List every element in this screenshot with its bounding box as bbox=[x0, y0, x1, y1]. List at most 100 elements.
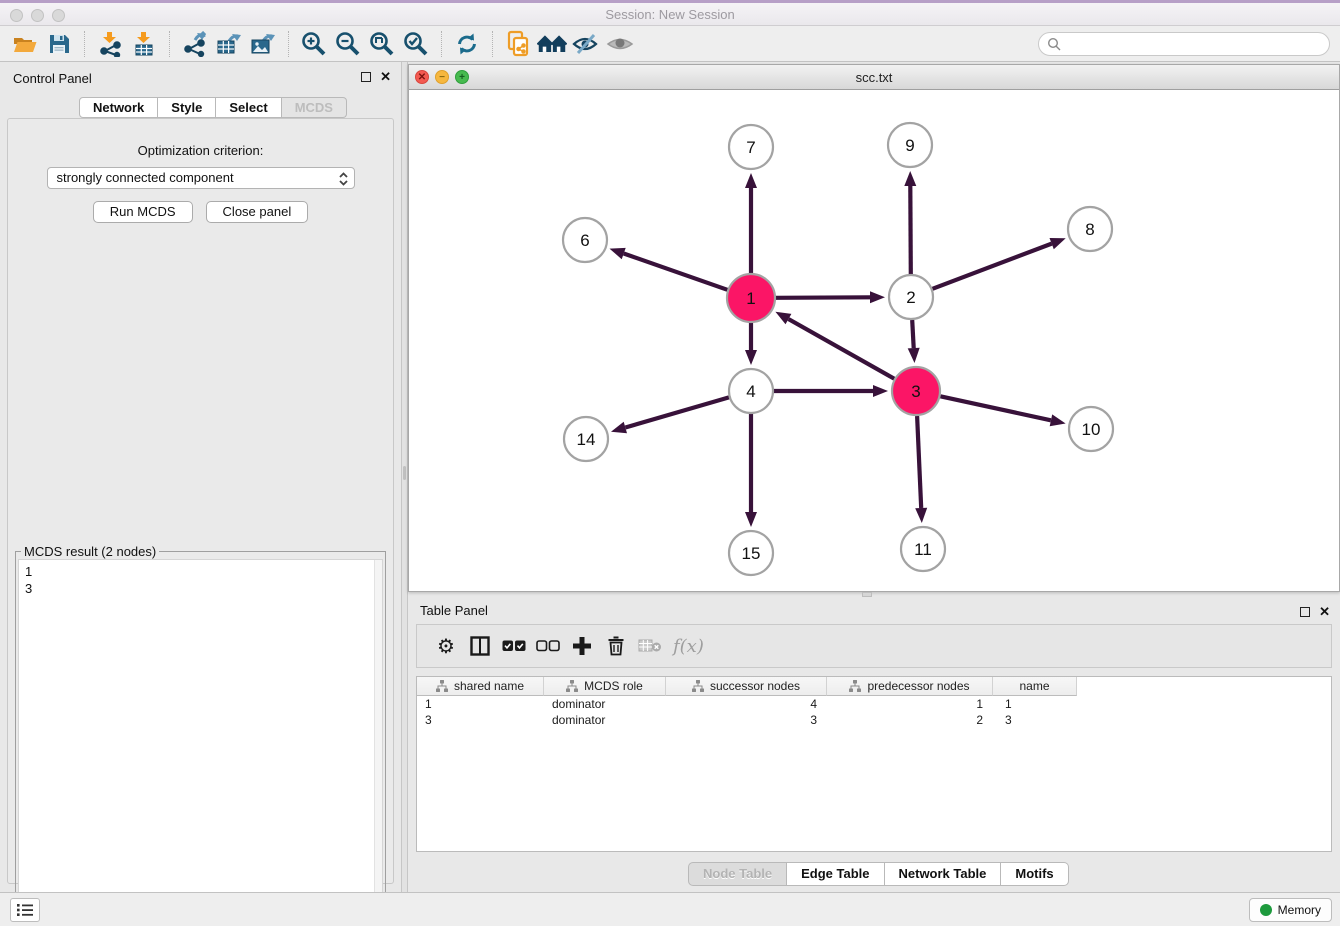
import-network-button[interactable] bbox=[95, 29, 125, 59]
table-cell[interactable]: 1 bbox=[993, 696, 1077, 712]
table-cell[interactable]: 3 bbox=[417, 712, 544, 728]
graph-edge[interactable] bbox=[789, 319, 895, 379]
criterion-select[interactable]: strongly connected component bbox=[47, 167, 355, 189]
control-panel-title: Control Panel bbox=[13, 71, 92, 86]
close-panel-button[interactable]: Close panel bbox=[206, 201, 309, 223]
graph-node-label: 2 bbox=[906, 288, 915, 307]
split-columns-button[interactable] bbox=[463, 631, 497, 661]
tab-mcds[interactable]: MCDS bbox=[282, 97, 347, 118]
table-row[interactable]: 1dominator411 bbox=[417, 696, 1331, 712]
column-header[interactable]: successor nodes bbox=[666, 677, 827, 696]
export-image-button[interactable] bbox=[248, 29, 278, 59]
table-cell[interactable]: 1 bbox=[827, 696, 993, 712]
graph-edge[interactable] bbox=[624, 254, 728, 290]
column-header[interactable]: MCDS role bbox=[544, 677, 666, 696]
zoom-in-button[interactable] bbox=[299, 29, 329, 59]
function-builder-button[interactable]: f(x) bbox=[673, 636, 704, 657]
tab-network[interactable]: Network bbox=[79, 97, 158, 118]
graph-edge[interactable] bbox=[917, 416, 921, 508]
result-scrollbar[interactable] bbox=[374, 560, 382, 923]
search-box[interactable] bbox=[1038, 32, 1330, 56]
zoom-selected-button[interactable] bbox=[401, 29, 431, 59]
mcds-result-text[interactable]: 1 3 bbox=[18, 559, 383, 924]
save-session-button[interactable] bbox=[44, 29, 74, 59]
run-mcds-button[interactable]: Run MCDS bbox=[93, 201, 193, 223]
table-cell[interactable]: 2 bbox=[827, 712, 993, 728]
toolbar-separator bbox=[84, 31, 85, 57]
table-settings-button[interactable]: ⚙ bbox=[429, 631, 463, 661]
tab-network-table[interactable]: Network Table bbox=[885, 862, 1002, 886]
select-all-columns-button[interactable] bbox=[497, 631, 531, 661]
checked-boxes-icon bbox=[502, 640, 526, 652]
export-image-icon bbox=[249, 31, 277, 57]
show-all-button[interactable] bbox=[605, 29, 635, 59]
toolbar-separator bbox=[492, 31, 493, 57]
tab-style[interactable]: Style bbox=[158, 97, 216, 118]
graph-edge-arrowhead bbox=[1050, 238, 1066, 249]
column-header[interactable]: name bbox=[993, 677, 1077, 696]
vertical-splitter[interactable] bbox=[401, 62, 408, 892]
window-titlebar: Session: New Session bbox=[0, 0, 1340, 26]
graph-edge[interactable] bbox=[912, 320, 914, 348]
deselect-all-columns-button[interactable] bbox=[531, 631, 565, 661]
tab-edge-table[interactable]: Edge Table bbox=[787, 862, 884, 886]
float-panel-icon[interactable] bbox=[1300, 607, 1310, 617]
splitter-handle[interactable] bbox=[403, 466, 406, 480]
graph-node-label: 4 bbox=[746, 382, 755, 401]
graph-edge-arrowhead bbox=[610, 248, 626, 259]
graph-edge-arrowhead bbox=[873, 385, 888, 397]
table-tabs: Node Table Edge Table Network Table Moti… bbox=[688, 862, 1069, 886]
control-panel-tabs: Network Style Select MCDS bbox=[79, 97, 347, 118]
tab-node-table[interactable]: Node Table bbox=[688, 862, 787, 886]
close-panel-icon[interactable]: ✕ bbox=[380, 72, 391, 82]
copy-view-button[interactable] bbox=[503, 29, 533, 59]
import-table-button[interactable] bbox=[129, 29, 159, 59]
graph-edge[interactable] bbox=[625, 397, 729, 427]
graph-edge[interactable] bbox=[776, 297, 870, 298]
column-header[interactable]: predecessor nodes bbox=[827, 677, 993, 696]
zoom-selected-icon bbox=[402, 30, 430, 58]
task-history-button[interactable] bbox=[10, 898, 40, 922]
hide-selected-button[interactable] bbox=[571, 29, 601, 59]
houses-icon bbox=[537, 32, 567, 56]
node-table[interactable]: shared nameMCDS rolesuccessor nodesprede… bbox=[416, 676, 1332, 852]
graph-edge[interactable] bbox=[933, 244, 1052, 289]
table-cell[interactable]: 3 bbox=[993, 712, 1077, 728]
zoom-out-icon bbox=[334, 30, 362, 58]
tree-icon bbox=[436, 680, 448, 692]
float-panel-icon[interactable] bbox=[361, 72, 371, 82]
memory-button[interactable]: Memory bbox=[1249, 898, 1332, 922]
column-header[interactable]: shared name bbox=[417, 677, 544, 696]
export-table-button[interactable] bbox=[214, 29, 244, 59]
tab-motifs[interactable]: Motifs bbox=[1001, 862, 1068, 886]
table-row[interactable]: 3dominator323 bbox=[417, 712, 1331, 728]
tab-select[interactable]: Select bbox=[216, 97, 281, 118]
first-neighbors-button[interactable] bbox=[537, 29, 567, 59]
network-graph[interactable]: 7968124314101511 bbox=[409, 90, 1339, 591]
export-network-button[interactable] bbox=[180, 29, 210, 59]
open-session-button[interactable] bbox=[10, 29, 40, 59]
tree-icon bbox=[566, 680, 578, 692]
graph-edge-arrowhead bbox=[745, 173, 757, 188]
optimization-criterion-label: Optimization criterion: bbox=[8, 143, 393, 158]
create-column-button[interactable] bbox=[565, 631, 599, 661]
zoom-fit-button[interactable] bbox=[367, 29, 397, 59]
close-panel-icon[interactable]: ✕ bbox=[1319, 607, 1330, 617]
table-cell[interactable]: dominator bbox=[544, 696, 666, 712]
zoom-in-icon bbox=[300, 30, 328, 58]
delete-column-button[interactable] bbox=[599, 631, 633, 661]
refresh-button[interactable] bbox=[452, 29, 482, 59]
graph-edge[interactable] bbox=[940, 396, 1051, 420]
search-input[interactable] bbox=[1065, 37, 1329, 52]
copy-document-icon bbox=[505, 30, 531, 58]
delete-table-button[interactable] bbox=[633, 631, 667, 661]
zoom-out-button[interactable] bbox=[333, 29, 363, 59]
table-cell[interactable]: 4 bbox=[666, 696, 827, 712]
table-cell[interactable]: 1 bbox=[417, 696, 544, 712]
node-table-body: 1dominator4113dominator323 bbox=[417, 696, 1331, 728]
tree-icon bbox=[692, 680, 704, 692]
graph-edge[interactable] bbox=[910, 186, 911, 274]
table-cell[interactable]: 3 bbox=[666, 712, 827, 728]
table-cell[interactable]: dominator bbox=[544, 712, 666, 728]
toolbar-separator bbox=[288, 31, 289, 57]
